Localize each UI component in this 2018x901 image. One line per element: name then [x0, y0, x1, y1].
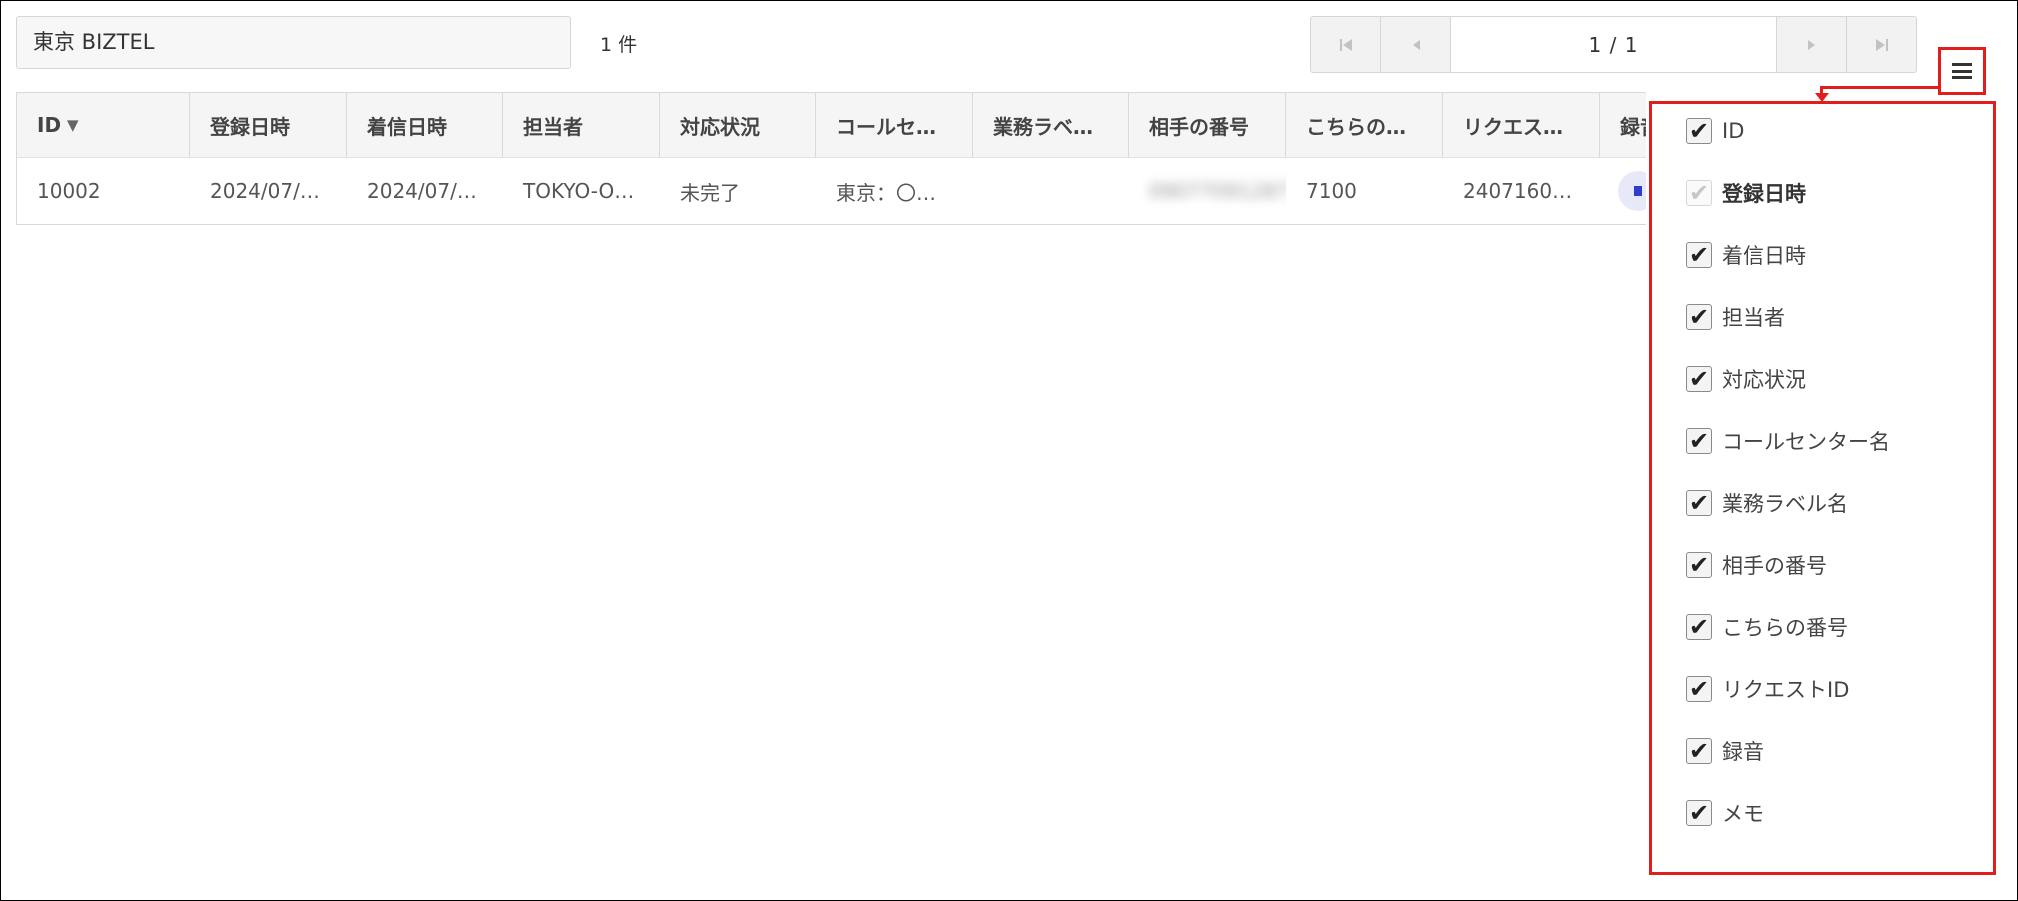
data-grid: ID ▼ 登録日時 着信日時 担当者 対応状況 コールセ… 業務ラベ… 相手の番…	[16, 92, 1646, 225]
checkmark-icon: ✔	[1688, 241, 1710, 269]
checkmark-icon: ✔	[1688, 427, 1710, 455]
column-header-recording[interactable]: 録音	[1600, 93, 1646, 157]
last-page-icon	[1875, 38, 1888, 51]
checkbox[interactable]: ✔	[1686, 242, 1712, 268]
column-header-call-center[interactable]: コールセ…	[816, 93, 973, 157]
table-header: ID ▼ 登録日時 着信日時 担当者 対応状況 コールセ… 業務ラベ… 相手の番…	[17, 93, 1646, 158]
column-toggle-item[interactable]: ✔ 対応状況	[1686, 364, 1806, 394]
cell-registered: 2024/07/…	[210, 179, 320, 203]
cell-assignee: TOKYO-O…	[523, 179, 635, 203]
column-header-request-id[interactable]: リクエス…	[1443, 93, 1600, 157]
cell-status: 未完了	[680, 180, 740, 205]
column-header-label: ID	[37, 113, 62, 137]
last-page-button[interactable]	[1846, 17, 1916, 72]
column-toggle-item[interactable]: ✔ 相手の番号	[1686, 550, 1827, 580]
column-toggle-item[interactable]: ✔ 業務ラベル名	[1686, 488, 1848, 518]
checkmark-icon: ✔	[1688, 179, 1710, 207]
callout-arrow-line	[1820, 86, 1941, 89]
column-toggle-item[interactable]: ✔ 担当者	[1686, 302, 1785, 332]
checkmark-icon: ✔	[1688, 675, 1710, 703]
column-toggle-item[interactable]: ✔ 着信日時	[1686, 240, 1806, 270]
pagination: 1 / 1	[1310, 16, 1917, 73]
checkmark-icon: ✔	[1688, 799, 1710, 827]
blurred-phone-number: 09077091287	[1149, 179, 1286, 203]
checkbox[interactable]: ✔	[1686, 552, 1712, 578]
checkmark-icon: ✔	[1688, 303, 1710, 331]
column-header-received[interactable]: 着信日時	[347, 93, 503, 157]
column-header-id[interactable]: ID ▼	[17, 93, 190, 157]
column-header-status[interactable]: 対応状況	[660, 93, 816, 157]
cell-recording	[1600, 158, 1646, 224]
checkmark-icon: ✔	[1688, 737, 1710, 765]
column-toggle-item[interactable]: ✔ コールセンター名	[1686, 426, 1890, 456]
column-header-business-label[interactable]: 業務ラベ…	[973, 93, 1129, 157]
cell-call-center: 東京：〇…	[836, 180, 936, 205]
checkbox[interactable]: ✔	[1686, 490, 1712, 516]
checkbox[interactable]: ✔	[1686, 366, 1712, 392]
checkbox[interactable]: ✔	[1686, 676, 1712, 702]
next-page-button[interactable]	[1776, 17, 1846, 72]
cell-caller-number: 09077091287	[1129, 158, 1286, 224]
table-row[interactable]: 10002 2024/07/… 2024/07/… TOKYO-O… 未完了 東…	[17, 158, 1646, 224]
column-toggle-label: コールセンター名	[1722, 430, 1890, 454]
column-menu-button[interactable]	[1938, 47, 1986, 95]
cell-received: 2024/07/…	[367, 179, 477, 203]
column-toggle-label: こちらの番号	[1722, 616, 1848, 640]
column-toggle-label: 業務ラベル名	[1722, 492, 1848, 516]
page-info: 1 / 1	[1451, 17, 1776, 72]
search-input[interactable]: 東京 BIZTEL	[16, 16, 571, 69]
column-toggle-label: 相手の番号	[1722, 554, 1827, 578]
recording-play-button[interactable]	[1618, 171, 1646, 211]
column-toggle-item[interactable]: ✔ 録音	[1686, 736, 1764, 766]
checkmark-icon: ✔	[1688, 551, 1710, 579]
column-header-registered[interactable]: 登録日時	[190, 93, 347, 157]
checkbox[interactable]: ✔	[1686, 304, 1712, 330]
first-page-button[interactable]	[1311, 17, 1381, 72]
hamburger-menu-icon	[1952, 63, 1972, 79]
column-toggle-label: メモ	[1722, 802, 1764, 826]
next-page-icon	[1807, 39, 1815, 50]
column-header-our-number[interactable]: こちらの…	[1286, 93, 1443, 157]
column-toggle-label: リクエストID	[1722, 678, 1850, 702]
checkbox: ✔	[1686, 180, 1712, 206]
checkbox[interactable]: ✔	[1686, 738, 1712, 764]
checkmark-icon: ✔	[1688, 489, 1710, 517]
column-toggle-label: 着信日時	[1722, 244, 1806, 268]
checkmark-icon: ✔	[1688, 117, 1710, 145]
cell-request-id: 2407160…	[1463, 179, 1573, 203]
column-toggle-item[interactable]: ✔ リクエストID	[1686, 674, 1849, 704]
checkmark-icon: ✔	[1688, 613, 1710, 641]
result-count: 1 件	[600, 34, 638, 56]
column-toggle-item: ✔ 登録日時	[1686, 178, 1806, 208]
column-header-assignee[interactable]: 担当者	[503, 93, 660, 157]
cell-our-number: 7100	[1306, 179, 1357, 203]
column-toggle-label: 登録日時	[1722, 182, 1806, 206]
column-toggle-item[interactable]: ✔ こちらの番号	[1686, 612, 1848, 642]
prev-page-icon	[1412, 39, 1420, 50]
sort-desc-icon: ▼	[67, 116, 79, 134]
checkbox[interactable]: ✔	[1686, 614, 1712, 640]
first-page-icon	[1339, 38, 1352, 51]
column-toggle-label: 録音	[1722, 740, 1764, 764]
checkbox[interactable]: ✔	[1686, 428, 1712, 454]
column-toggle-label: ID	[1722, 119, 1745, 143]
checkbox[interactable]: ✔	[1686, 118, 1712, 144]
column-toggle-item[interactable]: ✔ ID	[1686, 116, 1744, 146]
column-visibility-menu: ✔ ID ✔ 登録日時 ✔ 着信日時 ✔ 担当者 ✔ 対応状況 ✔ コールセンター名 ✔ 業務ラベル名 ✔ 相…	[1649, 101, 1996, 875]
column-toggle-label: 担当者	[1722, 306, 1785, 330]
checkbox[interactable]: ✔	[1686, 800, 1712, 826]
column-toggle-item[interactable]: ✔ メモ	[1686, 798, 1764, 828]
prev-page-button[interactable]	[1381, 17, 1451, 72]
column-toggle-label: 対応状況	[1722, 368, 1806, 392]
cell-id: 10002	[37, 179, 101, 203]
column-header-caller-number[interactable]: 相手の番号	[1129, 93, 1286, 157]
cell-business-label	[973, 158, 1129, 224]
checkmark-icon: ✔	[1688, 365, 1710, 393]
